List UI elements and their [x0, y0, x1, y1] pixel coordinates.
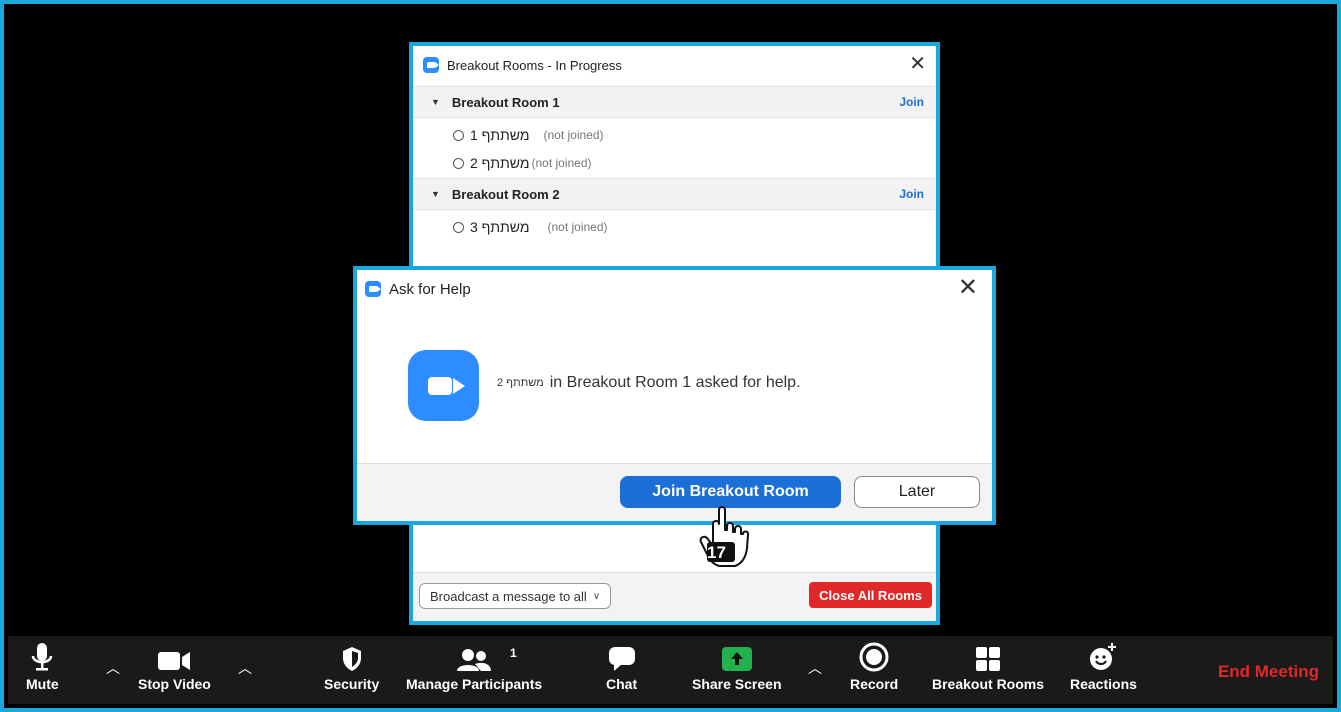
- room-header-2[interactable]: ▼ Breakout Room 2 Join: [413, 178, 936, 210]
- stop-video-button[interactable]: Stop Video: [138, 636, 211, 704]
- help-message-text: in Breakout Room 1 asked for help.: [549, 374, 801, 391]
- join-room-2-link[interactable]: Join: [899, 187, 924, 201]
- help-message: משתתף 2 in Breakout Room 1 asked for hel…: [497, 374, 801, 392]
- video-options-caret-icon[interactable]: ︿: [238, 658, 252, 678]
- participant-name: משתתף 3: [470, 219, 530, 235]
- caret-down-icon[interactable]: ▼: [431, 189, 440, 199]
- breakout-rooms-button[interactable]: Breakout Rooms: [932, 636, 1044, 704]
- help-footer: Join Breakout Room Later: [357, 463, 992, 521]
- record-label: Record: [850, 676, 899, 692]
- shield-icon: [341, 636, 363, 676]
- mute-button[interactable]: Mute: [26, 636, 59, 704]
- breakout-rooms-icon: [975, 636, 1001, 676]
- breakout-rooms-title: Breakout Rooms - In Progress: [447, 57, 622, 73]
- later-button[interactable]: Later: [854, 476, 980, 508]
- step-number-badge: 17: [707, 543, 726, 562]
- participant-status: (not joined): [547, 220, 608, 234]
- breakout-rooms-titlebar: Breakout Rooms - In Progress ✕: [413, 46, 936, 84]
- help-titlebar: Ask for Help ✕: [357, 270, 992, 308]
- mute-label: Mute: [26, 676, 59, 692]
- manage-participants-label: Manage Participants: [406, 676, 543, 692]
- help-title: Ask for Help: [389, 280, 471, 298]
- screen-frame: Breakout Rooms - In Progress ✕ ▼ Breakou…: [0, 0, 1341, 712]
- participant-status: (not joined): [543, 128, 604, 142]
- participant-name: משתתף 2: [470, 155, 530, 171]
- participant-item: משתתף 1 (not joined): [453, 125, 604, 145]
- participant-name: משתתף 1: [470, 127, 530, 143]
- share-options-caret-icon[interactable]: ︿: [808, 658, 822, 678]
- ask-for-help-dialog: Ask for Help ✕ משתתף 2 in Breakout Room …: [353, 266, 996, 525]
- close-all-rooms-button[interactable]: Close All Rooms: [809, 582, 932, 608]
- broadcast-label: Broadcast a message to all: [430, 588, 587, 604]
- reactions-button[interactable]: Reactions: [1070, 636, 1137, 704]
- chat-bubble-icon: [608, 636, 636, 676]
- participant-count-badge: 1: [510, 646, 517, 660]
- meeting-toolbar: Mute ︿ Stop Video ︿ Security Manage Part…: [8, 636, 1333, 704]
- microphone-icon: [31, 636, 53, 676]
- manage-participants-button[interactable]: Manage Participants: [406, 636, 542, 704]
- security-label: Security: [324, 676, 380, 692]
- close-icon[interactable]: ✕: [909, 54, 926, 74]
- smiley-plus-icon: [1088, 636, 1118, 676]
- chat-button[interactable]: Chat: [606, 636, 637, 704]
- share-screen-label: Share Screen: [692, 676, 782, 692]
- audio-options-caret-icon[interactable]: ︿: [106, 658, 120, 678]
- video-camera-icon: [156, 636, 192, 676]
- room-header-1[interactable]: ▼ Breakout Room 1 Join: [413, 86, 936, 118]
- broadcast-dropdown[interactable]: Broadcast a message to all ∨: [419, 583, 612, 609]
- join-room-1-link[interactable]: Join: [899, 95, 924, 109]
- share-screen-button[interactable]: Share Screen: [692, 636, 782, 704]
- participant-item: משתתף 2 (not joined): [453, 153, 592, 173]
- zoom-logo-icon: [365, 281, 381, 297]
- room-name: Breakout Room 2: [451, 186, 560, 202]
- chat-label: Chat: [606, 676, 638, 692]
- close-icon[interactable]: ✕: [958, 276, 978, 300]
- breakout-footer: Broadcast a message to all ∨ Close All R…: [413, 572, 936, 621]
- participant-item: משתתף 3 (not joined): [453, 217, 608, 237]
- zoom-camera-icon: [408, 350, 479, 421]
- participant-status: (not joined): [531, 156, 592, 170]
- record-button[interactable]: Record: [850, 636, 898, 704]
- requester-name: משתתף 2: [497, 377, 544, 389]
- chevron-down-icon: ∨: [592, 590, 601, 602]
- caret-down-icon[interactable]: ▼: [431, 97, 440, 107]
- stop-video-label: Stop Video: [138, 676, 211, 692]
- status-circle-icon: [453, 129, 464, 141]
- zoom-logo-icon: [423, 57, 439, 73]
- reactions-label: Reactions: [1070, 676, 1137, 692]
- end-meeting-button[interactable]: End Meeting: [1218, 662, 1319, 682]
- participants-icon: [457, 636, 492, 676]
- security-button[interactable]: Security: [324, 636, 379, 704]
- breakout-rooms-label: Breakout Rooms: [932, 676, 1045, 692]
- status-circle-icon: [453, 157, 464, 169]
- share-screen-icon: [721, 636, 753, 676]
- room-name: Breakout Room 1: [451, 94, 560, 110]
- status-circle-icon: [453, 221, 464, 233]
- record-icon: [859, 636, 889, 676]
